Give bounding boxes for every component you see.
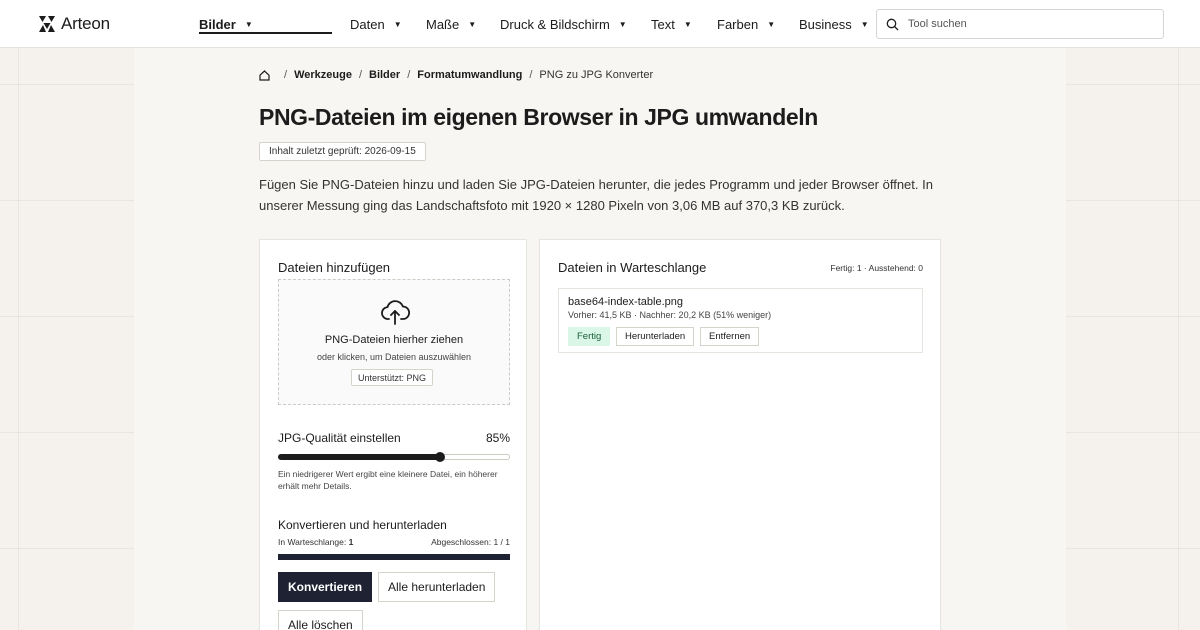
breadcrumb-separator: / bbox=[358, 69, 362, 81]
queued-label: In Warteschlange: bbox=[278, 537, 347, 547]
upload-title: Dateien hinzufügen bbox=[278, 260, 391, 275]
progress-fill bbox=[278, 554, 510, 560]
nav-item-business[interactable]: Business ▼ bbox=[799, 0, 879, 48]
file-size-info: Vorher: 41,5 KB · Nachher: 20,2 KB (51% … bbox=[568, 310, 772, 320]
download-all-button[interactable]: Alle herunterladen bbox=[378, 572, 496, 602]
convert-title: Konvertieren und herunterladen bbox=[278, 518, 447, 532]
queued-count: In Warteschlange: 1 bbox=[278, 537, 353, 547]
nav-label: Druck & Bildschirm bbox=[500, 16, 610, 32]
quality-value: 85% bbox=[485, 431, 510, 445]
upload-panel: Dateien hinzufügen PNG-Dateien hierher z… bbox=[259, 239, 527, 630]
caret-down-icon: ▼ bbox=[618, 19, 627, 29]
quality-row: JPG-Qualität einstellen 85% bbox=[278, 431, 510, 445]
logo[interactable]: Arteon bbox=[39, 14, 110, 34]
remove-button[interactable]: Entfernen bbox=[700, 327, 760, 346]
breadcrumb: / Werkzeuge / Bilder / Formatumwandlung … bbox=[259, 69, 653, 81]
supported-format-badge: Unterstützt: PNG bbox=[351, 369, 434, 386]
clear-all-button[interactable]: Alle löschen bbox=[278, 610, 363, 630]
caret-down-icon: ▼ bbox=[393, 19, 402, 29]
queue-status: Fertig: 1 · Ausstehend: 0 bbox=[830, 263, 923, 273]
intro-text: Fügen Sie PNG-Dateien hinzu und laden Si… bbox=[259, 177, 933, 213]
convert-button[interactable]: Konvertieren bbox=[278, 572, 373, 602]
breadcrumb-separator: / bbox=[529, 69, 533, 81]
download-button[interactable]: Herunterladen bbox=[616, 327, 695, 346]
review-date-badge: Inhalt zuletzt geprüft: 2026-09-15 bbox=[259, 142, 426, 161]
queue-title: Dateien in Warteschlange bbox=[558, 260, 707, 275]
quality-slider[interactable] bbox=[278, 452, 510, 462]
nav-label: Daten bbox=[350, 16, 385, 32]
page-title: PNG-Dateien im eigenen Browser in JPG um… bbox=[259, 104, 818, 130]
search-input[interactable] bbox=[908, 18, 1148, 30]
breadcrumb-werkzeuge[interactable]: Werkzeuge bbox=[294, 69, 352, 81]
breadcrumb-bilder[interactable]: Bilder bbox=[369, 69, 400, 81]
home-icon[interactable] bbox=[259, 69, 270, 81]
file-dropzone[interactable]: PNG-Dateien hierher ziehen oder klicken,… bbox=[278, 279, 510, 405]
quality-hint: Ein niedrigerer Wert ergibt eine kleiner… bbox=[278, 469, 498, 491]
nav-label: Text bbox=[651, 16, 675, 32]
breadcrumb-separator: / bbox=[284, 69, 288, 81]
breadcrumb-formatumwandlung[interactable]: Formatumwandlung bbox=[417, 69, 522, 81]
caret-down-icon: ▼ bbox=[683, 19, 692, 29]
status-badge: Fertig bbox=[568, 327, 611, 346]
caret-down-icon: ▼ bbox=[468, 19, 477, 29]
nav-label: Farben bbox=[717, 16, 759, 32]
nav-label: Maße bbox=[426, 16, 460, 32]
breadcrumb-separator: / bbox=[407, 69, 411, 81]
logo-text: Arteon bbox=[61, 14, 110, 33]
completed-count: Abgeschlossen: 1 / 1 bbox=[431, 537, 510, 547]
nav-label: Business bbox=[799, 16, 852, 32]
arteon-logo-icon bbox=[39, 16, 55, 32]
breadcrumb-current: PNG zu JPG Konverter bbox=[539, 69, 654, 81]
cloud-upload-icon bbox=[381, 300, 410, 325]
slider-thumb[interactable] bbox=[435, 452, 445, 462]
slider-fill bbox=[278, 454, 440, 460]
nav-item-masse[interactable]: Maße ▼ bbox=[426, 0, 500, 48]
nav-item-druck-bildschirm[interactable]: Druck & Bildschirm ▼ bbox=[500, 0, 651, 48]
top-navigation-bar: Arteon Bilder ▼ Daten ▼ Maße ▼ Druck & B… bbox=[0, 0, 1200, 48]
main-nav: Bilder ▼ Daten ▼ Maße ▼ Druck & Bildschi… bbox=[199, 0, 879, 48]
dropzone-title: PNG-Dateien hierher ziehen bbox=[324, 334, 464, 346]
caret-down-icon: ▼ bbox=[244, 19, 253, 29]
file-name: base64-index-table.png bbox=[568, 296, 683, 308]
dropzone-subtitle: oder klicken, um Dateien auszuwählen bbox=[316, 352, 472, 362]
tool-search[interactable] bbox=[876, 9, 1164, 39]
nav-item-text[interactable]: Text ▼ bbox=[651, 0, 717, 48]
search-icon bbox=[886, 18, 899, 30]
caret-down-icon: ▼ bbox=[767, 19, 776, 29]
queue-panel: Dateien in Warteschlange Fertig: 1 · Aus… bbox=[539, 239, 941, 630]
caret-down-icon: ▼ bbox=[860, 19, 869, 29]
progress-bar bbox=[278, 554, 510, 560]
progress-meta: In Warteschlange: 1 Abgeschlossen: 1 / 1 bbox=[278, 537, 510, 547]
queued-value: 1 bbox=[348, 537, 354, 547]
nav-item-daten[interactable]: Daten ▼ bbox=[350, 0, 426, 48]
nav-label: Bilder bbox=[199, 16, 236, 32]
nav-item-farben[interactable]: Farben ▼ bbox=[717, 0, 799, 48]
queue-file-item: base64-index-table.png Vorher: 41,5 KB ·… bbox=[558, 288, 923, 353]
quality-label: JPG-Qualität einstellen bbox=[278, 431, 401, 445]
nav-item-bilder[interactable]: Bilder ▼ bbox=[199, 0, 350, 48]
